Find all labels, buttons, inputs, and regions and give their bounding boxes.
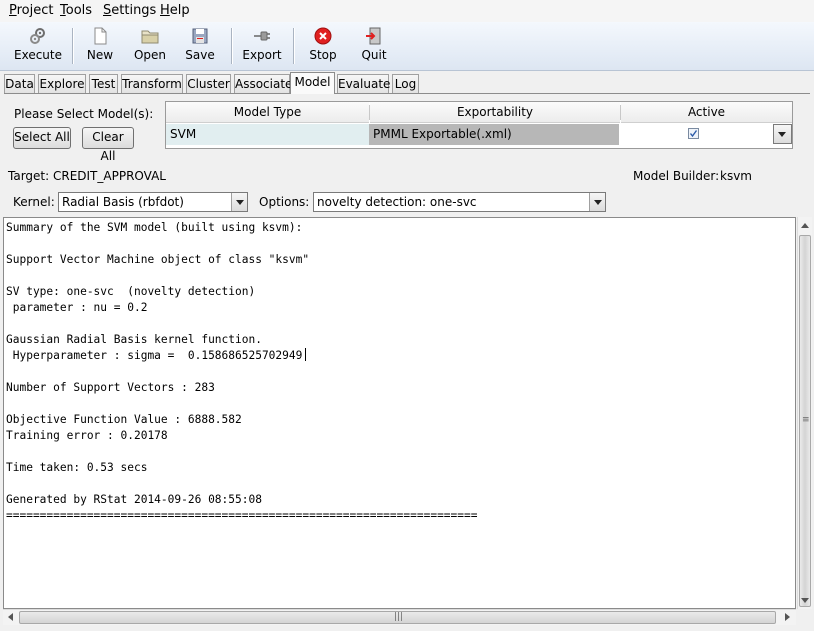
target-label: Target: CREDIT_APPROVAL: [8, 169, 166, 183]
chevron-down-icon: [778, 132, 786, 137]
save-button[interactable]: Save: [180, 22, 220, 68]
output-line: ========================================…: [6, 509, 478, 522]
model-table: Model Type Exportability Active SVM PMML…: [165, 101, 793, 149]
output-textarea[interactable]: Summary of the SVM model (built using ks…: [3, 217, 796, 609]
menu-bar: Project Tools Settings Help: [0, 0, 814, 22]
tab-transform[interactable]: Transform: [121, 74, 183, 93]
stop-label: Stop: [309, 48, 337, 62]
chevron-down-icon[interactable]: [231, 193, 247, 211]
output-line: Support Vector Machine object of class "…: [6, 253, 310, 266]
kernel-select-value: Radial Basis (rbfdot): [62, 195, 184, 209]
scroll-right-icon[interactable]: [785, 613, 790, 621]
grip-icon: |||: [394, 612, 404, 622]
new-file-icon: [94, 27, 107, 45]
column-header-active[interactable]: Active: [621, 102, 792, 123]
tab-model[interactable]: Model: [290, 72, 335, 94]
kernel-label: Kernel:: [13, 195, 55, 209]
select-models-label: Please Select Model(s):: [14, 107, 154, 121]
model-type-cell[interactable]: SVM: [166, 124, 369, 145]
tab-bar: Data Explore Test Transform Cluster Asso…: [4, 72, 810, 94]
active-cell[interactable]: [619, 124, 773, 145]
new-button[interactable]: New: [80, 22, 120, 68]
tab-cluster[interactable]: Cluster: [186, 74, 231, 93]
open-button[interactable]: Open: [128, 22, 172, 68]
output-line: Number of Support Vectors : 283: [6, 381, 215, 394]
chevron-down-icon[interactable]: [589, 193, 605, 211]
open-label: Open: [133, 48, 167, 62]
quit-door-icon: [366, 27, 381, 45]
active-checkbox[interactable]: [688, 128, 699, 139]
horizontal-scrollbar[interactable]: |||: [3, 609, 796, 625]
execute-button[interactable]: Execute: [12, 22, 64, 68]
select-all-button[interactable]: Select All: [13, 127, 71, 149]
stop-icon: [314, 27, 332, 45]
scroll-down-icon[interactable]: [801, 598, 809, 603]
new-label: New: [86, 48, 114, 62]
export-label: Export: [242, 48, 282, 62]
output-line: Hyperparameter : sigma = 0.1586865257029…: [6, 349, 303, 362]
menu-settings[interactable]: Settings: [103, 3, 156, 19]
tab-log[interactable]: Log: [392, 74, 419, 93]
tab-evaluate[interactable]: Evaluate: [337, 74, 390, 93]
tab-associate[interactable]: Associate: [234, 74, 292, 93]
output-line: SV type: one-svc (novelty detection): [6, 285, 256, 298]
toolbar: Execute New Open Save Export Stop Quit: [0, 22, 814, 71]
scroll-up-icon[interactable]: [801, 223, 809, 228]
tab-test[interactable]: Test: [89, 74, 118, 93]
toolbar-separator: [231, 28, 233, 64]
checkmark-icon: [689, 130, 698, 138]
toolbar-separator: [293, 28, 295, 64]
menu-help[interactable]: Help: [160, 3, 190, 19]
output-line: Generated by RStat 2014-09-26 08:55:08: [6, 493, 262, 506]
options-label: Options:: [259, 195, 310, 209]
output-line: Time taken: 0.53 secs: [6, 461, 148, 474]
toolbar-separator: [72, 28, 74, 64]
scroll-left-icon[interactable]: [8, 613, 13, 621]
stop-button[interactable]: Stop: [302, 22, 344, 68]
menu-project[interactable]: Project: [9, 3, 54, 19]
export-button[interactable]: Export: [240, 22, 284, 68]
row-dropdown-button[interactable]: [773, 124, 792, 144]
text-caret: [305, 348, 307, 361]
tab-divider: [4, 93, 810, 94]
tab-data[interactable]: Data: [4, 74, 35, 93]
output-line: Objective Function Value : 6888.582: [6, 413, 242, 426]
execute-label: Execute: [14, 48, 62, 62]
floppy-disk-icon: [192, 28, 208, 44]
save-label: Save: [185, 48, 215, 62]
horizontal-scroll-thumb[interactable]: |||: [19, 611, 776, 624]
gears-icon: [30, 28, 45, 44]
kernel-select[interactable]: Radial Basis (rbfdot): [58, 192, 248, 212]
vertical-scroll-thumb[interactable]: ≡: [799, 235, 811, 607]
column-header-model-type[interactable]: Model Type: [166, 102, 369, 123]
exportability-cell[interactable]: PMML Exportable(.xml): [369, 124, 619, 145]
grip-icon: ≡: [802, 415, 810, 425]
options-select-value: novelty detection: one-svc: [317, 195, 477, 209]
output-line: Gaussian Radial Basis kernel function.: [6, 333, 262, 346]
output-line: Training error : 0.20178: [6, 429, 168, 442]
output-text: Summary of the SVM model (built using ks…: [6, 220, 477, 524]
quit-label: Quit: [361, 48, 387, 62]
folder-icon: [141, 30, 159, 44]
menu-tools[interactable]: Tools: [60, 3, 92, 19]
options-select[interactable]: novelty detection: one-svc: [313, 192, 606, 212]
vertical-scrollbar[interactable]: ≡: [797, 217, 812, 609]
quit-button[interactable]: Quit: [354, 22, 394, 68]
export-plug-icon: [254, 31, 270, 41]
tab-explore[interactable]: Explore: [38, 74, 86, 93]
model-builder-value: ksvm: [720, 169, 752, 183]
clear-all-button[interactable]: Clear All: [82, 127, 134, 163]
column-header-exportability[interactable]: Exportability: [370, 102, 620, 123]
model-builder-label: Model Builder:: [633, 169, 720, 183]
output-line: Summary of the SVM model (built using ks…: [6, 221, 303, 234]
output-line: parameter : nu = 0.2: [6, 301, 148, 314]
